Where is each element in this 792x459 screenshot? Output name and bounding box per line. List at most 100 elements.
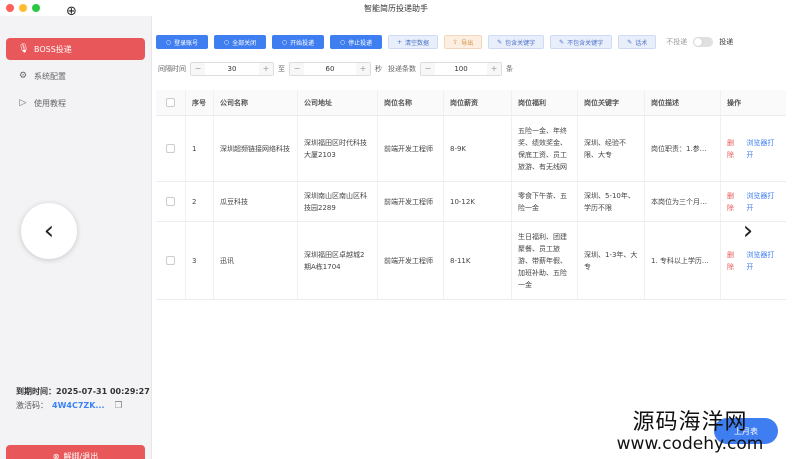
login-icon: ○ [165,38,172,46]
activation-code: 4W4C7ZK... [52,401,105,410]
export-button[interactable]: ⇪ 导出 [444,35,483,49]
close-window-button[interactable] [6,4,14,12]
gear-icon: ⚙ [18,71,28,81]
open-browser-link[interactable]: 浏览器打开 [746,137,780,161]
minimize-window-button[interactable] [19,4,27,12]
exclude-keyword-button[interactable]: ✎ 不包含关键字 [550,35,613,49]
cell-address: 深圳福田区时代科技大厦2103 [298,116,378,181]
interval-min-stepper[interactable]: − 30 + [190,62,274,76]
watermark: 源码海洋网 www.codehy.com [590,404,790,454]
toolbar: ○ 登录账号 ○ 全部关闭 ○ 开始投递 ○ 停止投递 + 清空数据 ⇪ 导出 ✎ 包含关键字… [156,35,733,49]
increment-button[interactable]: + [487,63,501,75]
sidebar-item-boss[interactable]: 🎙 BOSS投递 [6,38,145,60]
row-select-cell [156,182,186,221]
interval-min-value[interactable]: 30 [205,65,259,73]
cell-description: 本岗位为三个月… [645,182,721,221]
table-row[interactable]: 2 瓜豆科技 深圳南山区南山区科技园2289 前端开发工程师 10-12K 零食… [156,182,786,222]
sidebar-item-settings[interactable]: ⚙ 系统配置 [6,65,145,87]
unbind-button[interactable]: ⊗ 解绑/退出 [6,445,145,459]
expire-info: 到期时间：2025-07-31 00:29:27 [16,386,150,397]
start-button[interactable]: ○ 开始投递 [272,35,324,49]
cell-no: 2 [186,182,214,221]
exclude-keyword-label: 不包含关键字 [567,39,604,47]
watermark-line-2: www.codehy.com [616,434,764,454]
interval-label: 间隔时间 [158,65,186,73]
cell-address: 深圳南山区南山区科技园2289 [298,182,378,221]
edit-icon: ✎ [627,38,633,46]
cell-company: 瓜豆科技 [214,182,298,221]
clear-data-button[interactable]: + 清空数据 [388,35,439,49]
cell-no: 3 [186,222,214,299]
table-header: 序号 公司名称 公司地址 岗位名称 岗位薪资 岗位福利 岗位关键字 岗位描述 操… [156,89,786,116]
copy-icon[interactable]: ❐ [115,401,123,411]
stop-button[interactable]: ○ 停止投递 [330,35,382,49]
login-button[interactable]: ○ 登录账号 [156,35,208,49]
decrement-button[interactable]: − [191,63,205,75]
cell-no: 1 [186,116,214,181]
column-header: 公司地址 [298,89,378,116]
row-select-cell [156,116,186,181]
chevron-left-icon: ‹ [43,216,55,246]
row-checkbox[interactable] [166,144,175,153]
sidebar-item-label: 使用教程 [34,98,66,108]
unbind-label: 解绑/退出 [63,451,99,459]
title-bar: ⊕ 智能简历投递助手 [0,0,792,18]
count-stepper[interactable]: − 100 + [420,62,502,76]
next-arrow-button[interactable]: › [720,203,776,259]
start-icon: ○ [281,38,288,46]
select-all-cell [156,89,186,116]
cell-welfare: 五险一金、年终奖、绩效奖金、保底工资、员工旅游、有无线网 [512,116,578,181]
decrement-button[interactable]: − [421,63,435,75]
chevron-right-icon: › [742,216,754,246]
include-keyword-label: 包含关键字 [505,39,536,47]
close-circle-icon: ⊗ [52,451,60,459]
include-keyword-button[interactable]: ✎ 包含关键字 [488,35,545,49]
increment-button[interactable]: + [356,63,370,75]
watermark-line-1: 源码海洋网 [632,410,748,435]
switch-on-label: 投递 [719,38,734,46]
column-header: 公司名称 [214,89,298,116]
table-row[interactable]: 3 迅讯 深圳福田区卓越城2期A栋1704 前端开发工程师 8-11K 生日福利… [156,222,786,300]
delete-link[interactable]: 删除 [727,137,740,161]
cell-address: 深圳福田区卓越城2期A栋1704 [298,222,378,299]
jobs-table: 序号 公司名称 公司地址 岗位名称 岗位薪资 岗位福利 岗位关键字 岗位描述 操… [156,89,786,300]
cell-keywords: 深圳、5-10年、学历不限 [578,182,645,221]
column-header: 岗位描述 [645,89,721,116]
export-icon: ⇪ [453,38,459,46]
cell-salary: 8-9K [444,116,512,181]
table-row[interactable]: 1 深圳超频链接网络科技 深圳福田区时代科技大厦2103 前端开发工程师 8-9… [156,116,786,182]
sidebar-item-label: BOSS投递 [34,44,72,54]
interval-max-value[interactable]: 60 [304,65,356,73]
cell-description: 岗位职责：1.参… [645,116,721,181]
select-all-checkbox[interactable] [166,98,175,107]
script-button[interactable]: ✎ 话术 [618,35,657,49]
row-checkbox[interactable] [166,256,175,265]
delivery-toggle[interactable] [693,37,714,47]
close-all-button[interactable]: ○ 全部关闭 [214,35,266,49]
column-header: 岗位关键字 [578,89,645,116]
column-header: 序号 [186,89,214,116]
mic-icon: 🎙 [18,44,30,54]
edit-icon: ✎ [559,38,565,46]
window-controls [6,4,40,12]
cell-position: 前端开发工程师 [378,182,444,221]
params-row: 间隔时间 − 30 + 至 − 60 + 秒 投递条数 − 100 + 条 [158,62,513,76]
increment-button[interactable]: + [259,63,273,75]
cell-keywords: 深圳、1-3年、大专 [578,222,645,299]
column-header: 岗位名称 [378,89,444,116]
maximize-window-button[interactable] [32,4,40,12]
login-label: 登录账号 [174,39,199,47]
activation-label: 激活码： [16,401,48,410]
sidebar-item-tutorial[interactable]: ▷ 使用教程 [6,92,145,114]
expire-value: 2025-07-31 00:29:27 [56,387,150,396]
cell-keywords: 深圳、经验不限、大专 [578,116,645,181]
export-label: 导出 [461,39,474,47]
interval-max-stepper[interactable]: − 60 + [289,62,371,76]
prev-arrow-button[interactable]: ‹ [21,203,77,259]
row-checkbox[interactable] [166,197,175,206]
expire-label: 到期时间： [16,387,56,396]
clear-data-label: 清空数据 [405,39,430,47]
cell-welfare: 生日福利、团建聚餐、员工旅游、带薪年假、加班补助、五险一金 [512,222,578,299]
decrement-button[interactable]: − [290,63,304,75]
count-value[interactable]: 100 [435,65,487,73]
